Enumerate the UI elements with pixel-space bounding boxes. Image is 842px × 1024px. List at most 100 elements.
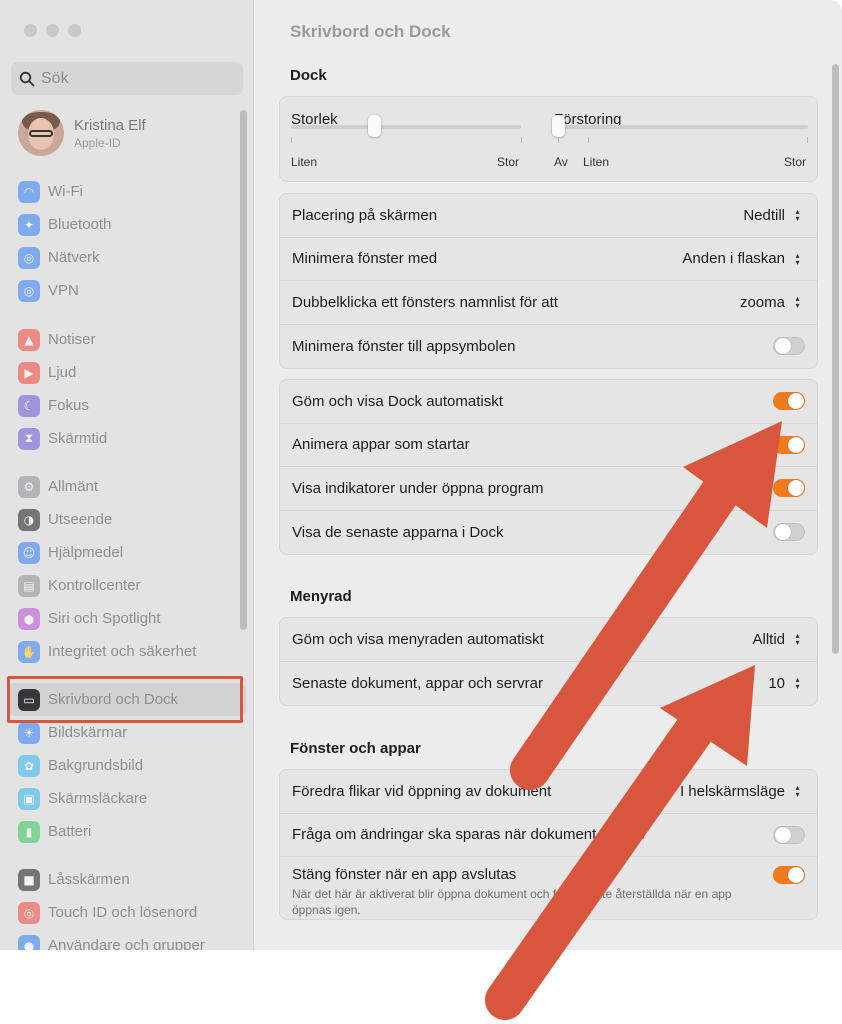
sidebar-item-label: Ljud <box>48 364 77 381</box>
sidebar-item-vpn[interactable]: ◎ VPN <box>0 274 254 307</box>
sidebar-item-label: Användare och grupper <box>48 937 205 950</box>
toggle-switch[interactable] <box>773 866 805 884</box>
sidebar-item-kontrollcenter[interactable]: ▤ Kontrollcenter <box>0 569 254 602</box>
users-icon: ● <box>18 934 40 950</box>
sidebar-item-label: Skärmsläckare <box>48 790 148 807</box>
chevron-updown-icon: ▴ ▾ <box>795 207 800 224</box>
annotation-highlight-box <box>7 676 243 723</box>
close-window-button[interactable] <box>24 24 37 37</box>
setting-label: Senaste dokument, appar och servrar <box>292 674 543 692</box>
sidebar-item-label: Fokus <box>48 397 89 414</box>
sidebar-item-label: Utseende <box>48 511 113 528</box>
chevron-updown-icon: ▴ ▾ <box>795 250 800 267</box>
sidebar-item-wi-fi[interactable]: ◠ Wi-Fi <box>0 175 254 208</box>
sidebar-item-fokus[interactable]: ☾ Fokus <box>0 389 254 422</box>
setting-label: Animera appar som startar <box>292 436 470 454</box>
popup-button[interactable]: Alltid ▴ ▾ <box>752 630 805 649</box>
globe-icon: ◎ <box>18 246 40 269</box>
chevron-updown-icon: ▴ ▾ <box>795 294 800 311</box>
chevron-updown-icon: ▴ ▾ <box>795 675 800 692</box>
wallpaper-icon: ✿ <box>18 754 40 777</box>
size-slider-thumb[interactable] <box>367 115 381 137</box>
magnification-slider-thumb[interactable] <box>552 115 565 137</box>
popup-button[interactable]: Anden i flaskan ▴ ▾ <box>682 249 805 268</box>
toggle-switch[interactable] <box>773 392 805 411</box>
apple-id-profile[interactable]: Kristina Elf Apple-ID <box>18 110 146 156</box>
sidebar-item-label: Låsskärmen <box>48 871 130 888</box>
search-field[interactable]: Sök <box>11 62 243 95</box>
toggle-switch[interactable] <box>773 337 805 356</box>
setting-row-animera-appar-som-startar: Animera appar som startar <box>280 424 817 467</box>
popup-button[interactable]: Nedtill ▴ ▾ <box>743 206 805 225</box>
menubar-card: Göm och visa menyraden automatiskt Alltid… <box>279 617 818 706</box>
toggle-switch[interactable] <box>773 523 805 542</box>
toggle-switch[interactable] <box>773 479 805 498</box>
sidebar-item-bluetooth[interactable]: ✦ Bluetooth <box>0 208 254 241</box>
popup-button[interactable]: zooma ▴ ▾ <box>740 293 805 312</box>
toggle-switch[interactable] <box>773 825 805 844</box>
sidebar-item-utseende[interactable]: ◑ Utseende <box>0 503 254 536</box>
sidebar-item-lasskarmen[interactable]: ■ Låsskärmen <box>0 863 254 896</box>
chevron-updown-icon: ▴ ▾ <box>795 631 800 648</box>
sidebar-item-bakgrundsbild[interactable]: ✿ Bakgrundsbild <box>0 749 254 782</box>
sidebar-item-label: Skärmtid <box>48 430 108 447</box>
avatar <box>18 110 64 156</box>
screensaver-icon: ▣ <box>18 787 40 810</box>
hourglass-icon: ⧗ <box>18 427 40 450</box>
sidebar-item-notiser[interactable]: ▲ Notiser <box>0 323 254 356</box>
zoom-window-button[interactable] <box>68 24 81 37</box>
setting-label: Stäng fönster när en app avslutas <box>292 866 517 883</box>
sidebar-item-hjalpmedel[interactable]: ☺ Hjälpmedel <box>0 536 254 569</box>
toggle-switch[interactable] <box>773 435 805 454</box>
sidebar-scrollbar[interactable] <box>240 110 247 630</box>
accessibility-icon: ☺ <box>18 541 40 564</box>
sidebar-item-batteri[interactable]: ▮ Batteri <box>0 815 254 848</box>
sidebar-item-anvandare-och-grupper[interactable]: ● Användare och grupper <box>0 929 254 950</box>
search-placeholder: Sök <box>41 69 69 87</box>
setting-label: Minimera fönster med <box>292 250 438 268</box>
setting-row-foredra-flikar-vid-oppning-av-dokument: Föredra flikar vid öppning av dokument I … <box>280 770 817 814</box>
vpn-globe-icon: ◎ <box>18 279 40 302</box>
setting-row-minimera-fonster-till-appsymbolen: Minimera fönster till appsymbolen <box>280 325 817 369</box>
setting-label: Göm och visa menyraden automatiskt <box>292 630 544 648</box>
setting-label: Visa indikatorer under öppna program <box>292 479 544 497</box>
sidebar-item-label: VPN <box>48 282 79 299</box>
speaker-icon: ▶ <box>18 361 40 384</box>
dock-options-card: Placering på skärmen Nedtill ▴ ▾ Minimera fö… <box>279 193 818 369</box>
profile-name: Kristina Elf <box>74 116 146 134</box>
hand-icon: ✋ <box>18 640 40 663</box>
bluetooth-icon: ✦ <box>18 213 40 236</box>
sidebar-item-skarmtid[interactable]: ⧗ Skärmtid <box>0 422 254 455</box>
main-scrollbar[interactable] <box>832 64 839 654</box>
magnification-min-label: Liten <box>583 155 610 169</box>
magnification-slider-track[interactable] <box>558 125 808 129</box>
sidebar-item-label: Hjälpmedel <box>48 544 124 561</box>
minimize-window-button[interactable] <box>46 24 59 37</box>
sidebar-item-integritet-och-sakerhet[interactable]: ✋ Integritet och säkerhet <box>0 635 254 668</box>
sidebar-item-natverk[interactable]: ◎ Nätverk <box>0 241 254 274</box>
setting-row-visa-de-senaste-apparna-i-dock: Visa de senaste apparna i Dock <box>280 511 817 555</box>
setting-label: Dubbelklicka ett fönsters namnlist för a… <box>292 293 558 311</box>
sidebar-item-label: Nätverk <box>48 249 100 266</box>
setting-row-visa-indikatorer-under-oppna-program: Visa indikatorer under öppna program <box>280 467 817 511</box>
setting-row-dubbelklicka-ett-fonsters-namnlist-for-att: Dubbelklicka ett fönsters namnlist för a… <box>280 281 817 325</box>
size-slider-track[interactable] <box>291 125 521 129</box>
popup-button[interactable]: I helskärmsläge ▴ ▾ <box>680 782 805 801</box>
sidebar-item-label: Bluetooth <box>48 216 112 233</box>
sidebar-item-allmant[interactable]: ⚙ Allmänt <box>0 470 254 503</box>
sidebar-item-label: Integritet och säkerhet <box>48 643 197 660</box>
sidebar-item-label: Bildskärmar <box>48 724 128 741</box>
sidebar-item-ljud[interactable]: ▶ Ljud <box>0 356 254 389</box>
sidebar-item-siri-och-spotlight[interactable]: ● Siri och Spotlight <box>0 602 254 635</box>
battery-icon: ▮ <box>18 820 40 843</box>
sidebar-item-label: Touch ID och lösenord <box>48 904 198 921</box>
page-title: Skrivbord och Dock <box>290 22 451 41</box>
section-heading-dock: Dock <box>290 67 327 84</box>
section-heading-menubar: Menyrad <box>290 588 352 605</box>
sidebar-item-skarmslackare[interactable]: ▣ Skärmsläckare <box>0 782 254 815</box>
popup-value: Alltid <box>752 630 785 648</box>
popup-button[interactable]: 10 ▴ ▾ <box>768 674 805 693</box>
magnification-max-label: Stor <box>784 155 807 169</box>
fingerprint-icon: ◎ <box>18 901 40 924</box>
sidebar-item-touch-id-och-losenord[interactable]: ◎ Touch ID och lösenord <box>0 896 254 929</box>
